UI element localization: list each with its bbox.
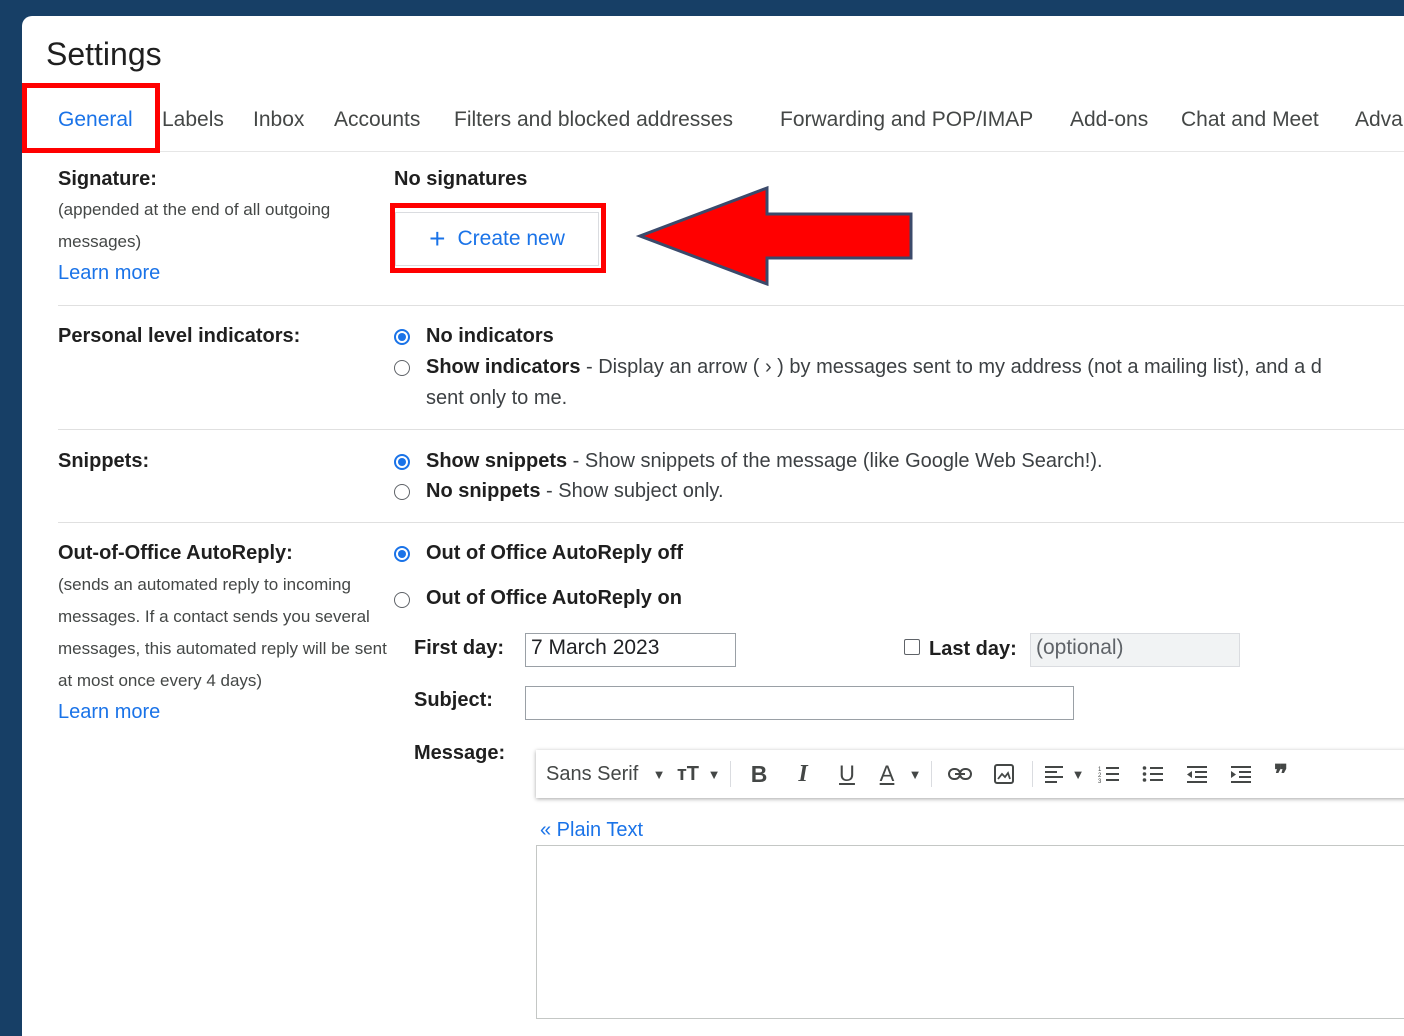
signature-learn-more-link[interactable]: Learn more — [58, 262, 160, 285]
toolbar-separator — [1032, 761, 1033, 787]
tabs-divider — [46, 151, 1404, 152]
message-editor[interactable] — [536, 845, 1404, 1019]
show-indicators-description: - Display an arrow ( › ) by messages sen… — [580, 356, 1322, 378]
personal-level-label: Personal level indicators: — [58, 325, 301, 347]
tab-forwarding[interactable]: Forwarding and POP/IMAP — [780, 108, 1033, 132]
bold-button[interactable]: B — [737, 750, 781, 798]
snippets-label: Snippets: — [58, 450, 150, 472]
align-dropdown-icon[interactable]: ▼ — [1069, 750, 1087, 798]
bulleted-list-icon[interactable] — [1131, 750, 1175, 798]
last-day-checkbox[interactable] — [904, 639, 920, 655]
no-snippets-radio[interactable] — [394, 484, 410, 500]
message-label: Message: — [414, 742, 506, 764]
subject-label: Subject: — [414, 689, 493, 711]
formatting-toolbar: Sans Serif ▼ тT ▼ B I U A ▼ ▼ 123 ❞ — [536, 750, 1404, 798]
tab-advanced[interactable]: Adva — [1355, 108, 1403, 132]
signature-description: (appended at the end of all outgoing mes… — [58, 200, 331, 251]
svg-text:3: 3 — [1098, 779, 1102, 783]
no-signatures-text: No signatures — [394, 168, 528, 190]
link-icon[interactable] — [938, 750, 982, 798]
quote-icon[interactable]: ❞ — [1263, 750, 1299, 798]
signature-label: Signature: — [58, 168, 157, 190]
create-new-highlight-box — [390, 203, 606, 273]
numbered-list-icon[interactable]: 123 — [1087, 750, 1131, 798]
tab-labels[interactable]: Labels — [162, 108, 224, 132]
indent-less-icon[interactable] — [1175, 750, 1219, 798]
autoreply-label: Out-of-Office AutoReply: — [58, 542, 293, 564]
italic-button[interactable]: I — [781, 750, 825, 798]
tab-addons[interactable]: Add-ons — [1070, 108, 1148, 132]
font-family-select[interactable]: Sans Serif — [536, 750, 646, 798]
settings-panel: Settings General Labels Inbox Accounts F… — [22, 16, 1404, 1036]
general-tab-highlight-box — [22, 83, 160, 153]
show-snippets-label: Show snippets — [426, 450, 568, 472]
no-snippets-text: No snippets - Show subject only. — [426, 480, 724, 503]
plain-text-link[interactable]: « Plain Text — [540, 819, 643, 842]
subject-input[interactable] — [525, 686, 1074, 720]
underline-button[interactable]: U — [825, 750, 869, 798]
show-snippets-radio[interactable] — [394, 454, 410, 470]
text-color-dropdown-icon[interactable]: ▼ — [905, 750, 925, 798]
no-indicators-radio[interactable] — [394, 329, 410, 345]
autoreply-off-label: Out of Office AutoReply off — [426, 542, 684, 564]
show-indicators-label: Show indicators — [426, 356, 581, 378]
last-day-label: Last day: — [929, 638, 1017, 660]
show-indicators-description-line2: sent only to me. — [426, 387, 568, 409]
text-size-icon[interactable]: тT — [672, 750, 704, 798]
tab-accounts[interactable]: Accounts — [334, 108, 420, 132]
font-family-dropdown-icon[interactable]: ▼ — [646, 750, 672, 798]
section-divider — [58, 305, 1404, 306]
text-color-button[interactable]: A — [869, 750, 905, 798]
toolbar-separator — [730, 761, 731, 787]
page-title: Settings — [46, 36, 162, 72]
autoreply-learn-more-link[interactable]: Learn more — [58, 701, 160, 724]
section-divider — [58, 522, 1404, 523]
no-indicators-label: No indicators — [426, 325, 554, 347]
tab-inbox[interactable]: Inbox — [253, 108, 304, 132]
first-day-label: First day: — [414, 637, 505, 659]
indent-more-icon[interactable] — [1219, 750, 1263, 798]
show-snippets-text: Show snippets - Show snippets of the mes… — [426, 450, 1103, 473]
tab-filters[interactable]: Filters and blocked addresses — [454, 108, 733, 132]
last-day-input[interactable]: (optional) — [1030, 633, 1240, 667]
insert-image-icon[interactable] — [982, 750, 1026, 798]
toolbar-separator — [931, 761, 932, 787]
show-indicators-radio[interactable] — [394, 360, 410, 376]
no-snippets-description: - Show subject only. — [540, 480, 724, 502]
first-day-input[interactable]: 7 March 2023 — [525, 633, 736, 667]
autoreply-description: (sends an automated reply to incoming me… — [58, 575, 387, 690]
section-divider — [58, 429, 1404, 430]
autoreply-on-label: Out of Office AutoReply on — [426, 587, 682, 609]
no-snippets-label: No snippets — [426, 480, 541, 502]
autoreply-off-radio[interactable] — [394, 546, 410, 562]
tab-chat-meet[interactable]: Chat and Meet — [1181, 108, 1319, 132]
red-arrow-annotation — [635, 185, 913, 287]
text-size-dropdown-icon[interactable]: ▼ — [704, 750, 724, 798]
show-snippets-description: - Show snippets of the message (like Goo… — [567, 450, 1103, 472]
autoreply-on-radio[interactable] — [394, 592, 410, 608]
show-indicators-text: Show indicators - Display an arrow ( › )… — [426, 356, 1322, 379]
align-icon[interactable] — [1039, 750, 1069, 798]
font-family-value: Sans Serif — [546, 762, 639, 785]
